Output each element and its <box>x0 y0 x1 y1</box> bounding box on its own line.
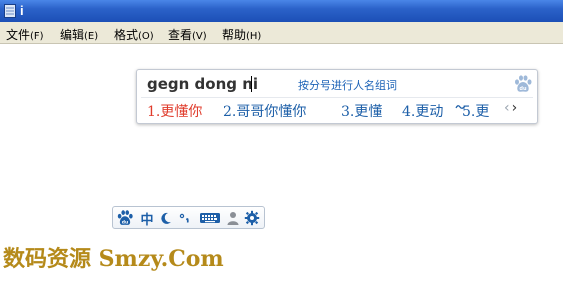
candidate-nav: ‹› <box>504 100 519 116</box>
menu-format[interactable]: 格式(O) <box>114 26 154 43</box>
gear-icon[interactable] <box>244 209 260 227</box>
menu-format-label: 格式 <box>114 28 139 42</box>
name-combo-hint: 按分号进行人名组词 <box>298 79 397 92</box>
menu-file[interactable]: 文件(F) <box>6 26 44 43</box>
svg-text:du: du <box>519 86 527 92</box>
menu-file-accel: (F) <box>30 31 44 42</box>
menu-edit-label: 编辑 <box>60 28 85 42</box>
chinese-mode-toggle[interactable]: 中 <box>139 209 155 228</box>
watermark: 数码资源 Smzy.Com <box>3 246 224 272</box>
user-icon[interactable] <box>225 209 241 227</box>
menu-edit-accel: (E) <box>84 31 99 42</box>
candidate-3[interactable]: 3.更懂 <box>341 101 382 121</box>
menu-view-label: 查看 <box>168 28 193 42</box>
text-caret <box>251 76 252 92</box>
next-page-icon[interactable]: › <box>512 100 520 116</box>
candidate-4[interactable]: 4.更动 <box>402 101 443 121</box>
baidu-paw-icon[interactable]: du <box>116 209 134 227</box>
menu-help[interactable]: 帮助(H) <box>222 26 261 43</box>
menu-edit[interactable]: 编辑(E) <box>60 26 98 43</box>
candidate-2[interactable]: 2.哥哥你懂你 <box>223 101 306 121</box>
menu-bar: 文件(F) 编辑(E) 格式(O) 查看(V) 帮助(H) <box>0 22 563 44</box>
ime-status-toolbar: du 中 <box>112 206 265 229</box>
notepad-document-icon <box>4 4 16 18</box>
menu-format-accel: (O) <box>138 31 154 42</box>
keyboard-icon[interactable] <box>199 209 221 227</box>
ime-divider <box>141 97 533 98</box>
title-bar: i <box>0 0 563 22</box>
menu-file-label: 文件 <box>6 28 31 42</box>
candidate-5[interactable]: 5.更 <box>462 101 489 121</box>
composition-text: gegn dong ni <box>147 75 259 93</box>
svg-text:du: du <box>122 219 128 225</box>
prev-page-icon[interactable]: ‹ <box>504 100 512 116</box>
menu-help-accel: (H) <box>246 31 262 42</box>
candidate-1[interactable]: 1.更懂你 <box>147 101 202 121</box>
baidu-paw-icon[interactable]: du <box>513 74 533 94</box>
punctuation-icon[interactable] <box>177 209 193 227</box>
ime-candidate-window: gegn dong ni 按分号进行人名组词 du 1.更懂你 2.哥哥你懂你 … <box>136 69 538 124</box>
window-title: i <box>20 3 24 18</box>
menu-view-accel: (V) <box>192 31 207 42</box>
moon-icon[interactable] <box>158 209 174 227</box>
menu-view[interactable]: 查看(V) <box>168 26 207 43</box>
menu-help-label: 帮助 <box>222 28 247 42</box>
